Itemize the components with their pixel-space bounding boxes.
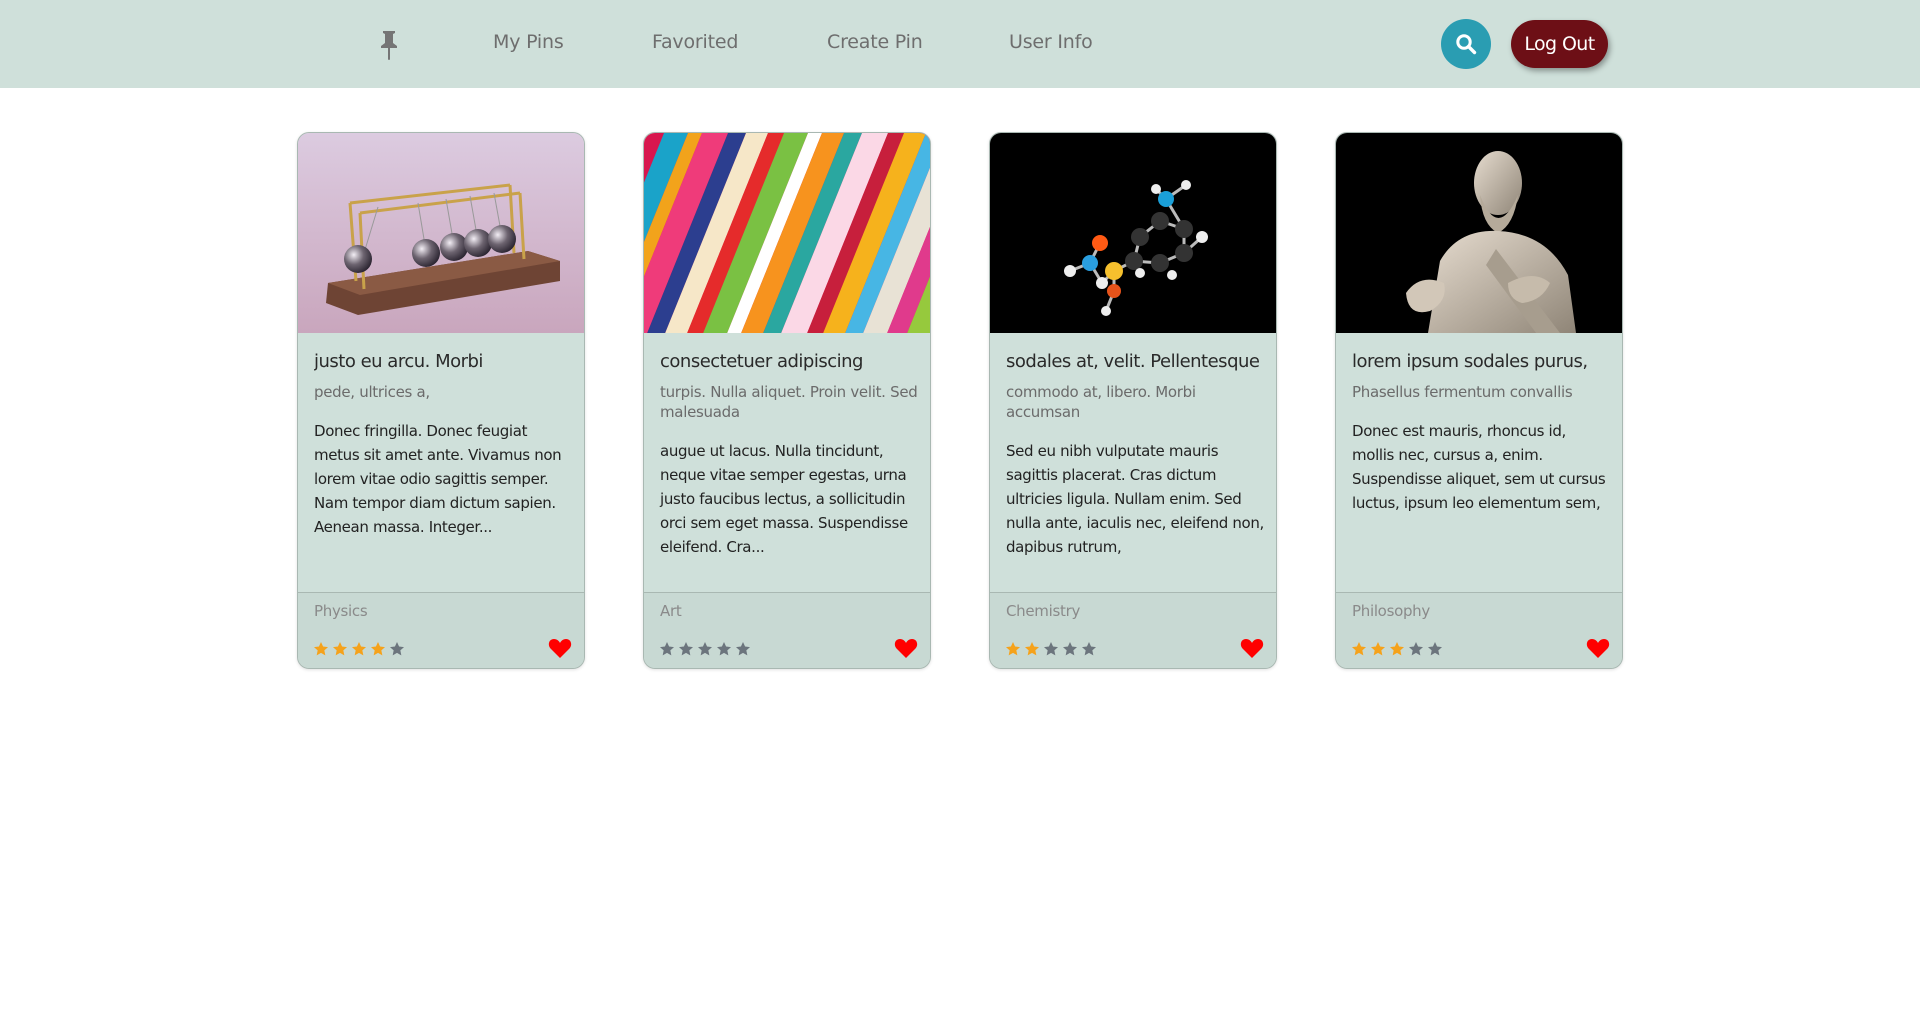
star-icon[interactable] — [1005, 641, 1021, 657]
star-icon[interactable] — [1370, 641, 1386, 657]
heart-icon[interactable] — [1586, 637, 1610, 659]
star-rating[interactable] — [313, 641, 405, 657]
star-icon[interactable] — [697, 641, 713, 657]
star-icon[interactable] — [1408, 641, 1424, 657]
star-rating[interactable] — [1351, 641, 1443, 657]
pin-card[interactable]: consectetuer adipiscing turpis. Nulla al… — [643, 132, 931, 669]
colorful-stripes-image — [644, 133, 930, 333]
card-subtitle: turpis. Nulla aliquet. Proin velit. Sed … — [660, 383, 918, 421]
star-icon[interactable] — [1024, 641, 1040, 657]
star-icon[interactable] — [1062, 641, 1078, 657]
star-icon[interactable] — [1043, 641, 1059, 657]
heart-icon[interactable] — [894, 637, 918, 659]
card-description: augue ut lacus. Nulla tincidunt, neque v… — [660, 442, 908, 556]
star-icon[interactable] — [351, 641, 367, 657]
molecule-model-image — [990, 133, 1276, 333]
card-title: sodales at, velit. Pellentesque — [1006, 351, 1260, 372]
pin-card[interactable]: justo eu arcu. Morbi pede, ultrices a, D… — [297, 132, 585, 669]
navbar: My Pins Favorited Create Pin User Info L… — [0, 0, 1920, 88]
card-title: justo eu arcu. Morbi — [314, 351, 483, 372]
card-category: Chemistry — [1006, 602, 1081, 620]
newtons-cradle-image — [298, 133, 584, 333]
pin-card[interactable]: sodales at, velit. Pellentesque commodo … — [989, 132, 1277, 669]
card-footer: Art — [644, 592, 930, 668]
card-category: Physics — [314, 602, 368, 620]
nav-link-my-pins[interactable]: My Pins — [493, 31, 564, 53]
star-icon[interactable] — [735, 641, 751, 657]
logout-button[interactable]: Log Out — [1511, 20, 1608, 68]
card-footer: Philosophy — [1336, 592, 1622, 668]
card-subtitle: pede, ultrices a, — [314, 383, 430, 401]
star-icon[interactable] — [1351, 641, 1367, 657]
card-description: Sed eu nibh vulputate mauris sagittis pl… — [1006, 442, 1264, 556]
pin-card[interactable]: lorem ipsum sodales purus, Phasellus fer… — [1335, 132, 1623, 669]
card-description: Donec fringilla. Donec feugiat metus sit… — [314, 422, 562, 536]
nav-link-create-pin[interactable]: Create Pin — [827, 31, 923, 53]
heart-icon[interactable] — [1240, 637, 1264, 659]
search-icon — [1456, 34, 1477, 55]
card-category: Art — [660, 602, 682, 620]
star-icon[interactable] — [332, 641, 348, 657]
star-rating[interactable] — [659, 641, 751, 657]
star-rating[interactable] — [1005, 641, 1097, 657]
search-button[interactable] — [1441, 19, 1491, 69]
card-subtitle: Phasellus fermentum convallis — [1352, 383, 1573, 401]
star-icon[interactable] — [1081, 641, 1097, 657]
card-title: consectetuer adipiscing — [660, 351, 863, 372]
star-icon[interactable] — [1389, 641, 1405, 657]
star-icon[interactable] — [659, 641, 675, 657]
card-title: lorem ipsum sodales purus, — [1352, 351, 1588, 372]
navbar-inner: My Pins Favorited Create Pin User Info L… — [0, 0, 1920, 88]
nav-link-favorited[interactable]: Favorited — [652, 31, 738, 53]
star-icon[interactable] — [370, 641, 386, 657]
philosopher-statue-image — [1336, 133, 1622, 333]
star-icon[interactable] — [313, 641, 329, 657]
card-category: Philosophy — [1352, 602, 1430, 620]
star-icon[interactable] — [1427, 641, 1443, 657]
star-icon[interactable] — [389, 641, 405, 657]
star-icon[interactable] — [678, 641, 694, 657]
nav-link-user-info[interactable]: User Info — [1009, 31, 1093, 53]
heart-icon[interactable] — [548, 637, 572, 659]
pushpin-icon[interactable] — [372, 28, 406, 62]
card-description: Donec est mauris, rhoncus id, mollis nec… — [1352, 422, 1606, 512]
card-subtitle: commodo at, libero. Morbi accumsan — [1006, 383, 1196, 421]
card-footer: Chemistry — [990, 592, 1276, 668]
card-footer: Physics — [298, 592, 584, 668]
star-icon[interactable] — [716, 641, 732, 657]
